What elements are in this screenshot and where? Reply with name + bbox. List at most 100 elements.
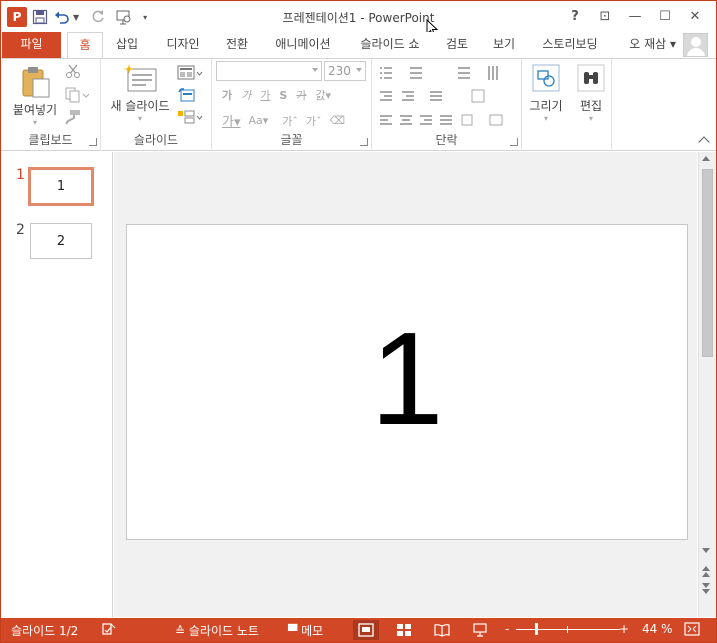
paragraph-launcher-icon[interactable]	[510, 138, 518, 146]
font-launcher-icon[interactable]	[360, 138, 368, 146]
zoom-slider[interactable]	[516, 629, 620, 630]
spell-check-icon[interactable]	[101, 622, 117, 639]
new-slide-icon	[124, 64, 157, 92]
ribbon-home: 붙여넣기 ▾ 클립보드 새 슬라이드 ▾ 슬라이드 230 가 가 가 S 가 …	[1, 58, 716, 151]
group-label-font: 글꼴	[280, 133, 303, 147]
new-slide-label: 새 슬라이드	[110, 99, 170, 113]
slideshow-view-button[interactable]	[467, 620, 493, 640]
paste-label: 붙여넣기	[12, 103, 58, 117]
font-format-row-2: 가▾ Aa▾ 가ˆ 가ˇ ⌫	[222, 111, 345, 130]
section-icon[interactable]	[177, 109, 203, 128]
comments-button[interactable]: ▀ 메모	[288, 622, 323, 639]
tab-file[interactable]: 파일	[2, 32, 61, 58]
tab-review[interactable]: 검토	[441, 32, 473, 58]
paragraph-tools-icon[interactable]	[378, 63, 518, 131]
title-bar: P ▼ ▾ 프레젠테이션1 - PowerPoint ? ⊡ — ☐ ✕	[1, 1, 716, 38]
increase-font-icon[interactable]: 가ˆ	[282, 113, 298, 129]
copy-icon[interactable]	[65, 87, 90, 106]
tab-storyboarding[interactable]: 스토리보딩	[535, 32, 605, 58]
zoom-in-button[interactable]: +	[619, 622, 629, 636]
clipboard-launcher-icon[interactable]	[89, 138, 97, 146]
paste-button[interactable]: 붙여넣기 ▾	[7, 65, 63, 129]
slide-editor-pane: 1	[114, 152, 697, 617]
normal-view-icon	[358, 623, 374, 637]
paste-icon	[22, 67, 50, 98]
slide-thumbnail-2[interactable]: 2	[30, 223, 92, 259]
slide-sorter-icon	[397, 624, 411, 636]
editing-label: 편집	[579, 99, 603, 113]
group-paragraph: 단락	[372, 59, 522, 151]
group-clipboard: 붙여넣기 ▾ 클립보드	[1, 59, 101, 151]
previous-slide-icon[interactable]	[702, 566, 713, 578]
shadow-icon[interactable]: S	[279, 89, 287, 102]
user-account-name[interactable]: 오 재삼 ▾	[629, 35, 676, 52]
new-slide-button[interactable]: 새 슬라이드 ▾	[107, 63, 173, 127]
scroll-up-icon[interactable]	[702, 156, 713, 168]
scroll-down-icon[interactable]	[702, 548, 713, 560]
group-label-slides: 슬라이드	[133, 133, 179, 147]
group-editing: 편집 ▾	[570, 59, 612, 151]
drawing-dropdown-icon[interactable]: ▾	[526, 114, 566, 123]
scrollbar-thumb[interactable]	[702, 169, 713, 357]
tab-design[interactable]: 디자인	[160, 32, 206, 58]
slide-indicator: 슬라이드 1/2	[11, 624, 79, 638]
decrease-font-icon[interactable]: 가ˇ	[306, 113, 322, 129]
font-size-combo[interactable]: 230	[324, 61, 366, 81]
slide-sorter-view-button[interactable]	[391, 620, 417, 640]
cut-icon[interactable]	[65, 63, 81, 82]
slide-canvas[interactable]: 1	[126, 224, 688, 540]
zoom-level[interactable]: 44 %	[642, 622, 673, 636]
zoom-out-button[interactable]: -	[505, 622, 509, 636]
reading-view-button[interactable]	[429, 620, 455, 640]
normal-view-button[interactable]	[353, 620, 379, 640]
minimize-icon[interactable]: —	[620, 5, 650, 27]
tab-animations[interactable]: 애니메이션	[268, 32, 338, 58]
tab-view[interactable]: 보기	[488, 32, 520, 58]
underline-icon[interactable]: 가	[260, 87, 270, 103]
paste-dropdown-icon[interactable]: ▾	[7, 118, 63, 127]
drawing-label: 그리기	[529, 99, 563, 113]
avatar[interactable]	[683, 33, 708, 57]
ribbon-display-options-icon[interactable]: ⊡	[590, 5, 620, 27]
slide-text[interactable]: 1	[127, 313, 687, 445]
fit-slide-to-window-icon[interactable]	[684, 622, 700, 639]
font-color-icon[interactable]: 가▾	[222, 111, 241, 130]
editing-button[interactable]: 편집 ▾	[572, 63, 610, 127]
clear-formatting-icon[interactable]: ⌫	[330, 114, 346, 127]
strikethrough-icon[interactable]: 가	[296, 87, 306, 103]
drawing-button[interactable]: 그리기 ▾	[526, 63, 566, 127]
change-case-icon[interactable]: Aa▾	[249, 114, 269, 127]
character-spacing-icon[interactable]: 갌▾	[315, 87, 331, 103]
group-label-clipboard: 클립보드	[28, 133, 73, 147]
tab-transitions[interactable]: 전환	[219, 32, 255, 58]
font-name-combo[interactable]	[216, 61, 322, 81]
group-drawing: 그리기 ▾	[522, 59, 570, 151]
notes-label: 슬라이드 노트	[188, 624, 259, 638]
notes-button[interactable]: ≙ 슬라이드 노트	[175, 622, 259, 639]
ribbon-tabs: 파일 홈 삽입 디자인 전환 애니메이션 슬라이드 쇼 검토 보기 스토리보딩 …	[1, 32, 716, 59]
next-slide-icon[interactable]	[702, 583, 713, 595]
comment-icon: ▀	[288, 624, 298, 638]
tab-home[interactable]: 홈	[67, 32, 103, 59]
slide-thumbnail-1[interactable]: 1	[28, 167, 94, 206]
close-icon[interactable]: ✕	[680, 5, 710, 27]
format-painter-icon[interactable]	[65, 109, 81, 128]
editing-dropdown-icon[interactable]: ▾	[572, 114, 610, 123]
help-icon[interactable]: ?	[560, 5, 590, 27]
new-slide-dropdown-icon[interactable]: ▾	[107, 114, 173, 123]
reset-slide-icon[interactable]	[177, 87, 195, 106]
thumbnail-number: 2	[16, 222, 25, 238]
italic-icon[interactable]: 가	[241, 87, 251, 103]
zoom-slider-thumb[interactable]	[534, 623, 538, 635]
layout-icon[interactable]	[177, 65, 203, 84]
powerpoint-window: P ▼ ▾ 프레젠테이션1 - PowerPoint ? ⊡ — ☐ ✕ 파일 …	[0, 0, 717, 643]
collapse-ribbon-icon[interactable]	[698, 136, 710, 148]
maximize-icon[interactable]: ☐	[650, 5, 680, 27]
tab-slideshow[interactable]: 슬라이드 쇼	[353, 32, 427, 58]
font-format-row-1: 가 가 가 S 가 갌▾	[222, 87, 331, 103]
status-bar: 슬라이드 1/2 ≙ 슬라이드 노트 ▀ 메모 - + 44 %	[1, 618, 716, 642]
comments-label: 메모	[301, 624, 324, 638]
tab-insert[interactable]: 삽입	[109, 32, 145, 58]
bold-icon[interactable]: 가	[222, 87, 232, 103]
vertical-scrollbar[interactable]	[698, 152, 716, 617]
